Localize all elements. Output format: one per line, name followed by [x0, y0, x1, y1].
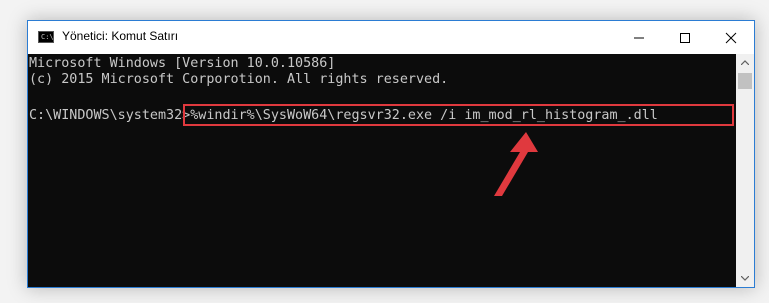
chevron-up-icon [741, 60, 749, 65]
console-output[interactable]: Microsoft Windows [Version 10.0.10586] (… [28, 54, 736, 287]
minimize-icon [634, 37, 644, 39]
close-button[interactable] [708, 21, 754, 54]
maximize-button[interactable] [662, 21, 708, 54]
console-app-icon-label: C:\ [41, 33, 54, 41]
scroll-down-button[interactable] [736, 270, 754, 287]
command-prompt: C:\WINDOWS\system32> [29, 108, 191, 123]
minimize-button[interactable] [616, 21, 662, 54]
maximize-icon [680, 33, 690, 43]
chevron-down-icon [741, 276, 749, 281]
console-line-version: Microsoft Windows [Version 10.0.10586] [29, 56, 336, 71]
command-highlight-box [183, 104, 734, 126]
console-app-icon[interactable]: C:\ [38, 31, 54, 43]
close-icon [725, 32, 737, 44]
red-arrow-icon [494, 132, 538, 196]
command-prompt-window: C:\ Yönetici: Komut Satırı Microsoft Win… [27, 20, 755, 288]
console-line-copyright: (c) 2015 Microsoft Corporotion. All righ… [29, 72, 449, 87]
scroll-thumb[interactable] [738, 73, 752, 89]
window-title: Yönetici: Komut Satırı [62, 29, 179, 43]
vertical-scrollbar[interactable] [736, 54, 754, 287]
scroll-up-button[interactable] [736, 54, 754, 71]
title-bar[interactable]: C:\ Yönetici: Komut Satırı [28, 21, 754, 54]
